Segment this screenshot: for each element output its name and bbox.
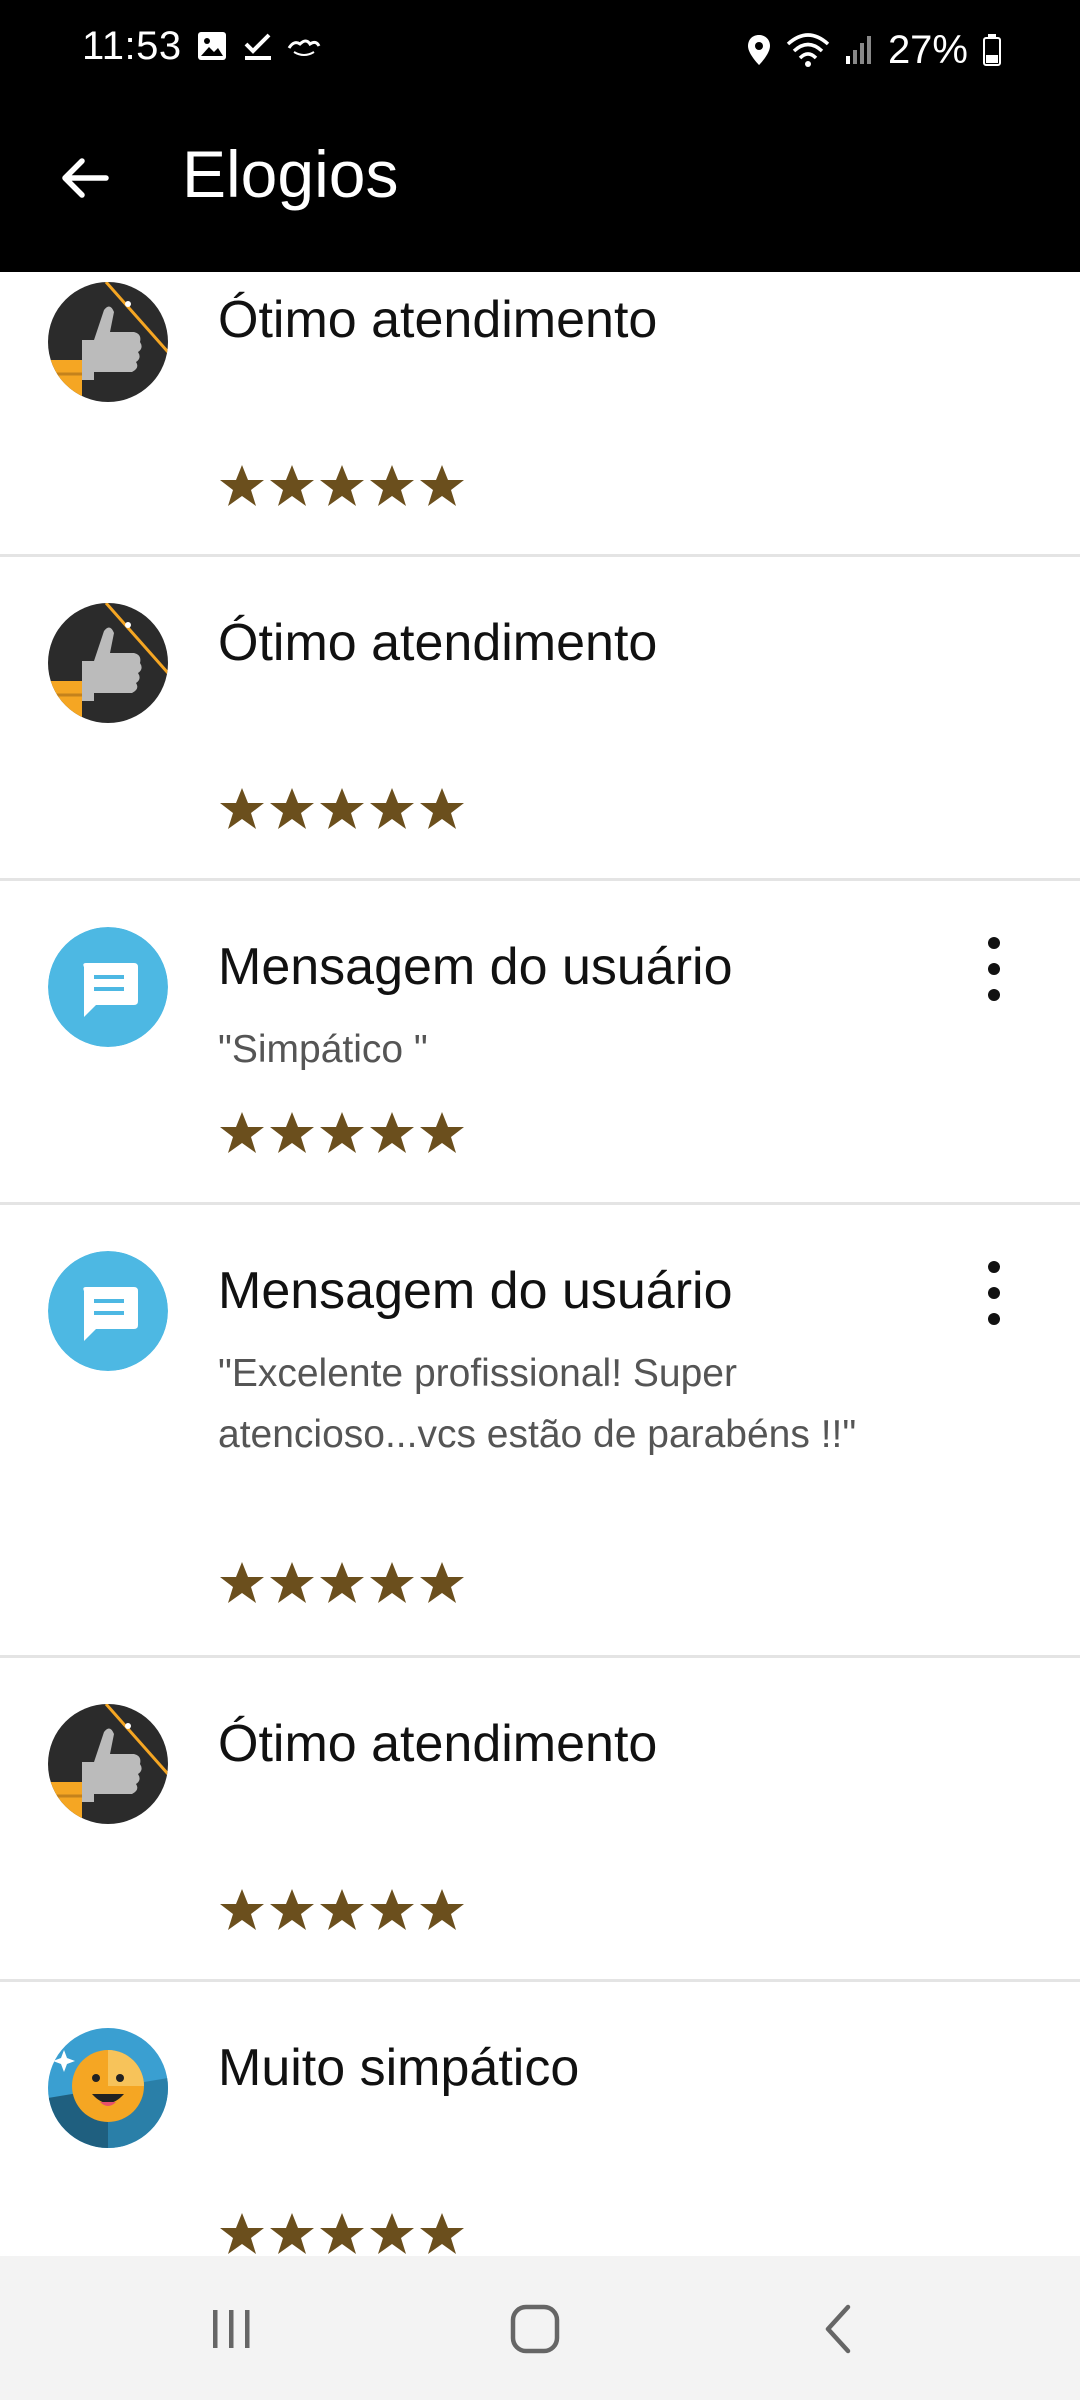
star-icon xyxy=(220,1889,264,1930)
star-icon xyxy=(270,1889,314,1930)
rating-stars xyxy=(218,1886,466,1934)
list-item: Ótimo atendimento xyxy=(0,1658,1080,1982)
task-check-icon xyxy=(244,33,271,60)
star-icon xyxy=(420,465,464,506)
more-options-button[interactable] xyxy=(962,929,1026,1009)
page-title: Elogios xyxy=(182,137,399,211)
item-title: Ótimo atendimento xyxy=(218,291,658,349)
arrow-left-icon xyxy=(62,158,109,198)
more-vertical-icon xyxy=(988,937,1000,949)
smiley-badge-icon xyxy=(48,2028,168,2148)
star-icon xyxy=(270,788,314,829)
wifi-icon xyxy=(786,33,830,67)
item-title: Mensagem do usuário xyxy=(218,938,733,996)
star-icon xyxy=(320,788,364,829)
star-icon xyxy=(270,1562,314,1603)
star-icon xyxy=(420,1112,464,1153)
home-button[interactable] xyxy=(495,2294,575,2364)
star-icon xyxy=(370,465,414,506)
item-message: "Simpático " xyxy=(218,1028,428,1071)
thumbs-up-badge-icon xyxy=(48,1704,168,1824)
status-bar: 11:53 27% xyxy=(0,0,1080,100)
back-button[interactable] xyxy=(48,142,120,214)
star-icon xyxy=(320,465,364,506)
thumbs-up-badge-icon xyxy=(48,282,168,402)
chat-message-icon xyxy=(48,927,168,1047)
star-icon xyxy=(420,1562,464,1603)
star-icon xyxy=(420,2213,464,2254)
star-icon xyxy=(270,2213,314,2254)
recent-apps-icon xyxy=(213,2310,250,2348)
battery-icon xyxy=(983,34,1001,66)
star-icon xyxy=(270,465,314,506)
star-icon xyxy=(370,788,414,829)
star-icon xyxy=(320,2213,364,2254)
more-vertical-icon xyxy=(988,1261,1000,1273)
star-icon xyxy=(320,1889,364,1930)
rating-stars xyxy=(218,785,466,833)
ifood-icon xyxy=(287,39,321,56)
star-icon xyxy=(270,1112,314,1153)
item-message: "Excelente profissional! Super atencioso… xyxy=(218,1352,857,1456)
star-icon xyxy=(220,1562,264,1603)
more-options-button[interactable] xyxy=(962,1253,1026,1333)
system-back-button[interactable] xyxy=(798,2294,878,2364)
rating-stars xyxy=(218,462,466,510)
rating-stars xyxy=(218,1559,466,1607)
item-title: Ótimo atendimento xyxy=(218,614,658,672)
star-icon xyxy=(370,1112,414,1153)
item-title: Mensagem do usuário xyxy=(218,1262,733,1320)
star-icon xyxy=(320,1112,364,1153)
list-item: Ótimo atendimento xyxy=(0,557,1080,881)
rating-stars xyxy=(218,1109,466,1157)
star-icon xyxy=(370,1889,414,1930)
app-bar: Elogios xyxy=(0,100,1080,272)
status-right-icons: 27% xyxy=(746,22,1002,78)
star-icon xyxy=(420,788,464,829)
compliments-list: Ótimo atendimento Ótimo atendimento Mens… xyxy=(0,272,1080,2256)
home-icon xyxy=(510,2304,560,2354)
chat-message-icon xyxy=(48,1251,168,1371)
item-title: Muito simpático xyxy=(218,2039,580,2097)
star-icon xyxy=(370,1562,414,1603)
list-item: Muito simpático xyxy=(0,1982,1080,2256)
location-icon xyxy=(747,35,770,65)
star-icon xyxy=(220,2213,264,2254)
star-icon xyxy=(320,1562,364,1603)
rating-stars xyxy=(218,2210,466,2256)
list-item: Mensagem do usuário "Excelente profissio… xyxy=(0,1205,1080,1658)
thumbs-up-badge-icon xyxy=(48,603,168,723)
star-icon xyxy=(220,1112,264,1153)
list-item: Mensagem do usuário "Simpático " xyxy=(0,881,1080,1205)
list-item: Ótimo atendimento xyxy=(0,272,1080,557)
back-icon xyxy=(825,2304,851,2354)
star-icon xyxy=(420,1889,464,1930)
battery-percent: 27% xyxy=(887,27,968,72)
gallery-icon xyxy=(198,32,226,60)
item-title: Ótimo atendimento xyxy=(218,1715,658,1773)
star-icon xyxy=(220,788,264,829)
star-icon xyxy=(220,465,264,506)
status-time: 11:53 xyxy=(82,24,182,68)
star-icon xyxy=(370,2213,414,2254)
system-nav-bar xyxy=(0,2256,1080,2400)
recent-apps-button[interactable] xyxy=(192,2294,272,2364)
signal-icon xyxy=(845,36,871,64)
